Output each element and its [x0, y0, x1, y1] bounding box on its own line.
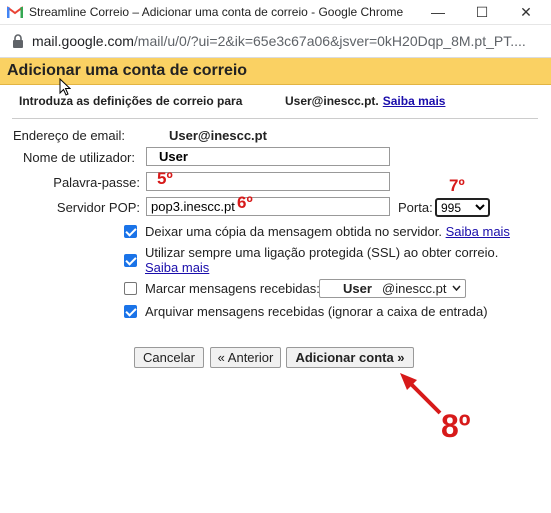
leave-copy-checkbox[interactable]: [124, 225, 137, 238]
leave-copy-option: Deixar uma cópia da mensagem obtida no s…: [145, 224, 510, 239]
chevron-down-icon: [452, 285, 461, 291]
subtitle: Introduza as definições de correio para: [19, 94, 243, 108]
use-ssl-checkbox[interactable]: [124, 254, 137, 267]
subtitle-email: User@inescc.pt.: [285, 94, 379, 108]
pop-server-field[interactable]: [146, 197, 390, 216]
step-8-annotation: 8º: [441, 408, 471, 444]
url-host: mail.google.com: [31, 33, 134, 49]
password-field[interactable]: [146, 172, 390, 191]
url-path: /mail/u/0/?ui=2&ik=65e3c67a06&jsver=0kH2…: [133, 33, 526, 49]
email-label: Endereço de email:: [12, 128, 125, 143]
cancel-button[interactable]: Cancelar: [134, 347, 204, 368]
use-ssl-text: Utilizar sempre uma ligação protegida (S…: [145, 245, 499, 260]
back-button[interactable]: « Anterior: [210, 347, 281, 368]
subtitle-email-line: User@inescc.pt. Saiba mais: [285, 94, 445, 108]
use-ssl-learn-more-link[interactable]: Saiba mais: [145, 260, 209, 275]
username-label: Nome de utilizador:: [23, 150, 135, 165]
password-label: Palavra-passe:: [53, 175, 140, 190]
archive-checkbox[interactable]: [124, 305, 137, 318]
archive-text: Arquivar mensagens recebidas (ignorar a …: [145, 304, 488, 319]
leave-copy-learn-more-link[interactable]: Saiba mais: [446, 224, 510, 239]
label-incoming-checkbox[interactable]: [124, 282, 137, 295]
gmail-icon: [7, 6, 23, 18]
label-select-user: User: [343, 281, 372, 296]
leave-copy-text: Deixar uma cópia da mensagem obtida no s…: [145, 224, 442, 239]
title-bar: Streamline Correio – Adicionar uma conta…: [0, 0, 551, 25]
maximize-button[interactable]: ☐: [466, 0, 498, 24]
username-field[interactable]: [146, 147, 390, 166]
email-value: User@inescc.pt: [169, 128, 267, 143]
label-incoming-text: Marcar mensagens recebidas:: [145, 281, 320, 296]
label-select-domain: @inescc.pt: [382, 281, 447, 296]
add-account-button[interactable]: Adicionar conta »: [286, 347, 414, 368]
step-6-annotation: 6º: [237, 193, 253, 212]
maximize-icon: ☐: [475, 3, 489, 20]
window-title: Streamline Correio – Adicionar uma conta…: [29, 5, 404, 19]
dialog-header: Adicionar uma conta de correio: [0, 58, 551, 85]
address-bar[interactable]: mail.google.com/mail/u/0/?ui=2&ik=65e3c6…: [0, 25, 551, 58]
page-title: Adicionar uma conta de correio: [7, 62, 248, 79]
step-5-annotation: 5º: [157, 169, 173, 188]
minimize-button[interactable]: —: [422, 0, 454, 24]
lock-icon: [12, 34, 23, 48]
label-select[interactable]: User @inescc.pt: [319, 279, 466, 298]
port-select[interactable]: 995: [435, 198, 490, 217]
minimize-icon: —: [431, 4, 445, 20]
step-7-annotation: 7º: [449, 176, 465, 195]
url-text[interactable]: mail.google.com/mail/u/0/?ui=2&ik=65e3c6…: [32, 33, 551, 49]
learn-more-link[interactable]: Saiba mais: [383, 94, 446, 108]
divider: [12, 118, 538, 119]
pop-server-label: Servidor POP:: [56, 200, 140, 215]
close-icon: ✕: [520, 3, 532, 20]
port-label: Porta:: [398, 200, 433, 215]
close-button[interactable]: ✕: [510, 0, 542, 24]
arrow-icon: [400, 373, 442, 415]
use-ssl-option: Utilizar sempre uma ligação protegida (S…: [145, 245, 515, 275]
